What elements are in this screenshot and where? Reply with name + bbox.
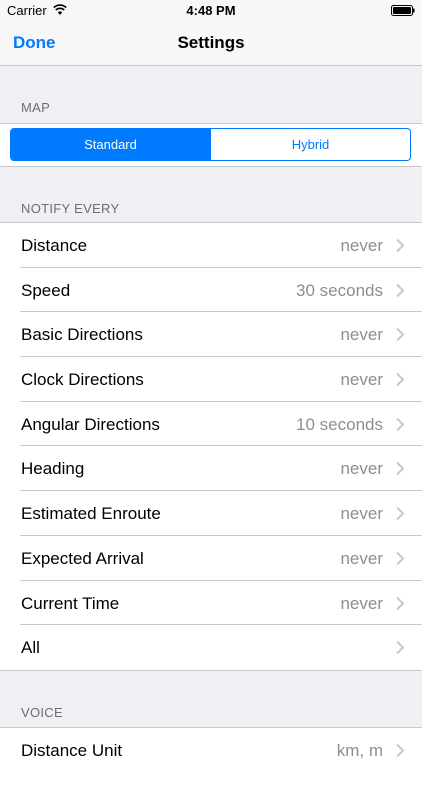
map-section-header: MAP (21, 100, 51, 115)
map-type-segmented-control: Standard Hybrid (10, 128, 411, 161)
row-label: Speed (21, 280, 71, 300)
row-label: Current Time (21, 593, 120, 613)
list-item-estimated-enroute[interactable]: Estimated Enroute never (0, 491, 422, 536)
row-label: Clock Directions (21, 370, 144, 390)
list-item-current-time[interactable]: Current Time never (0, 581, 422, 626)
map-type-cell: Standard Hybrid (0, 123, 422, 167)
chevron-right-icon (396, 328, 405, 342)
row-label: Distance (21, 236, 88, 255)
row-label: Basic Directions (21, 325, 143, 345)
list-item-angular-directions[interactable]: Angular Directions 10 seconds (0, 402, 422, 447)
list-item-speed[interactable]: Speed 30 seconds (0, 268, 422, 313)
notify-section-header: NOTIFY EVERY (21, 201, 120, 216)
row-value: never (340, 548, 383, 568)
row-label: Angular Directions (21, 414, 160, 434)
row-value: km, m (336, 741, 383, 760)
segment-standard[interactable]: Standard (11, 129, 210, 160)
row-label: Estimated Enroute (21, 504, 161, 524)
segment-hybrid[interactable]: Hybrid (210, 129, 410, 160)
row-value: never (340, 325, 383, 345)
row-label: Expected Arrival (21, 548, 144, 568)
chevron-right-icon (396, 743, 405, 758)
status-time: 4:48 PM (186, 3, 236, 18)
row-value: never (340, 459, 383, 479)
row-value: never (340, 504, 383, 524)
chevron-right-icon (396, 551, 405, 566)
chevron-right-icon (396, 640, 405, 655)
list-item-distance-unit[interactable]: Distance Unit km, m (0, 728, 422, 773)
row-label: All (21, 638, 40, 658)
chevron-right-icon (396, 238, 405, 253)
list-item-basic-directions[interactable]: Basic Directions never (0, 312, 422, 357)
chevron-right-icon (396, 417, 405, 431)
voice-list: Distance Unit km, m (0, 727, 422, 788)
row-value: never (340, 593, 383, 613)
battery-icon (391, 5, 415, 16)
row-value: 30 seconds (296, 280, 383, 300)
chevron-right-icon (396, 506, 405, 521)
row-label: Distance Unit (21, 741, 123, 760)
list-item-distance[interactable]: Distance never (0, 223, 422, 268)
list-item-clock-directions[interactable]: Clock Directions never (0, 357, 422, 402)
chevron-right-icon (396, 372, 405, 387)
row-label: Heading (21, 459, 85, 479)
notify-list: Distance never Speed 30 seconds Basic Direct… (0, 222, 422, 671)
list-item-all[interactable]: All (0, 625, 422, 670)
chevron-right-icon (396, 462, 405, 476)
chevron-right-icon (396, 596, 405, 610)
list-item-expected-arrival[interactable]: Expected Arrival never (0, 536, 422, 581)
status-bar: Carrier 4:48 PM (0, 0, 422, 22)
voice-section-header: VOICE (21, 705, 63, 720)
row-value: never (340, 236, 383, 255)
navigation-bar: Done Settings (0, 22, 422, 66)
chevron-right-icon (396, 283, 405, 297)
list-item-heading[interactable]: Heading never (0, 446, 422, 491)
row-value: never (340, 370, 383, 390)
page-title: Settings (177, 33, 245, 52)
row-value: 10 seconds (296, 414, 383, 434)
